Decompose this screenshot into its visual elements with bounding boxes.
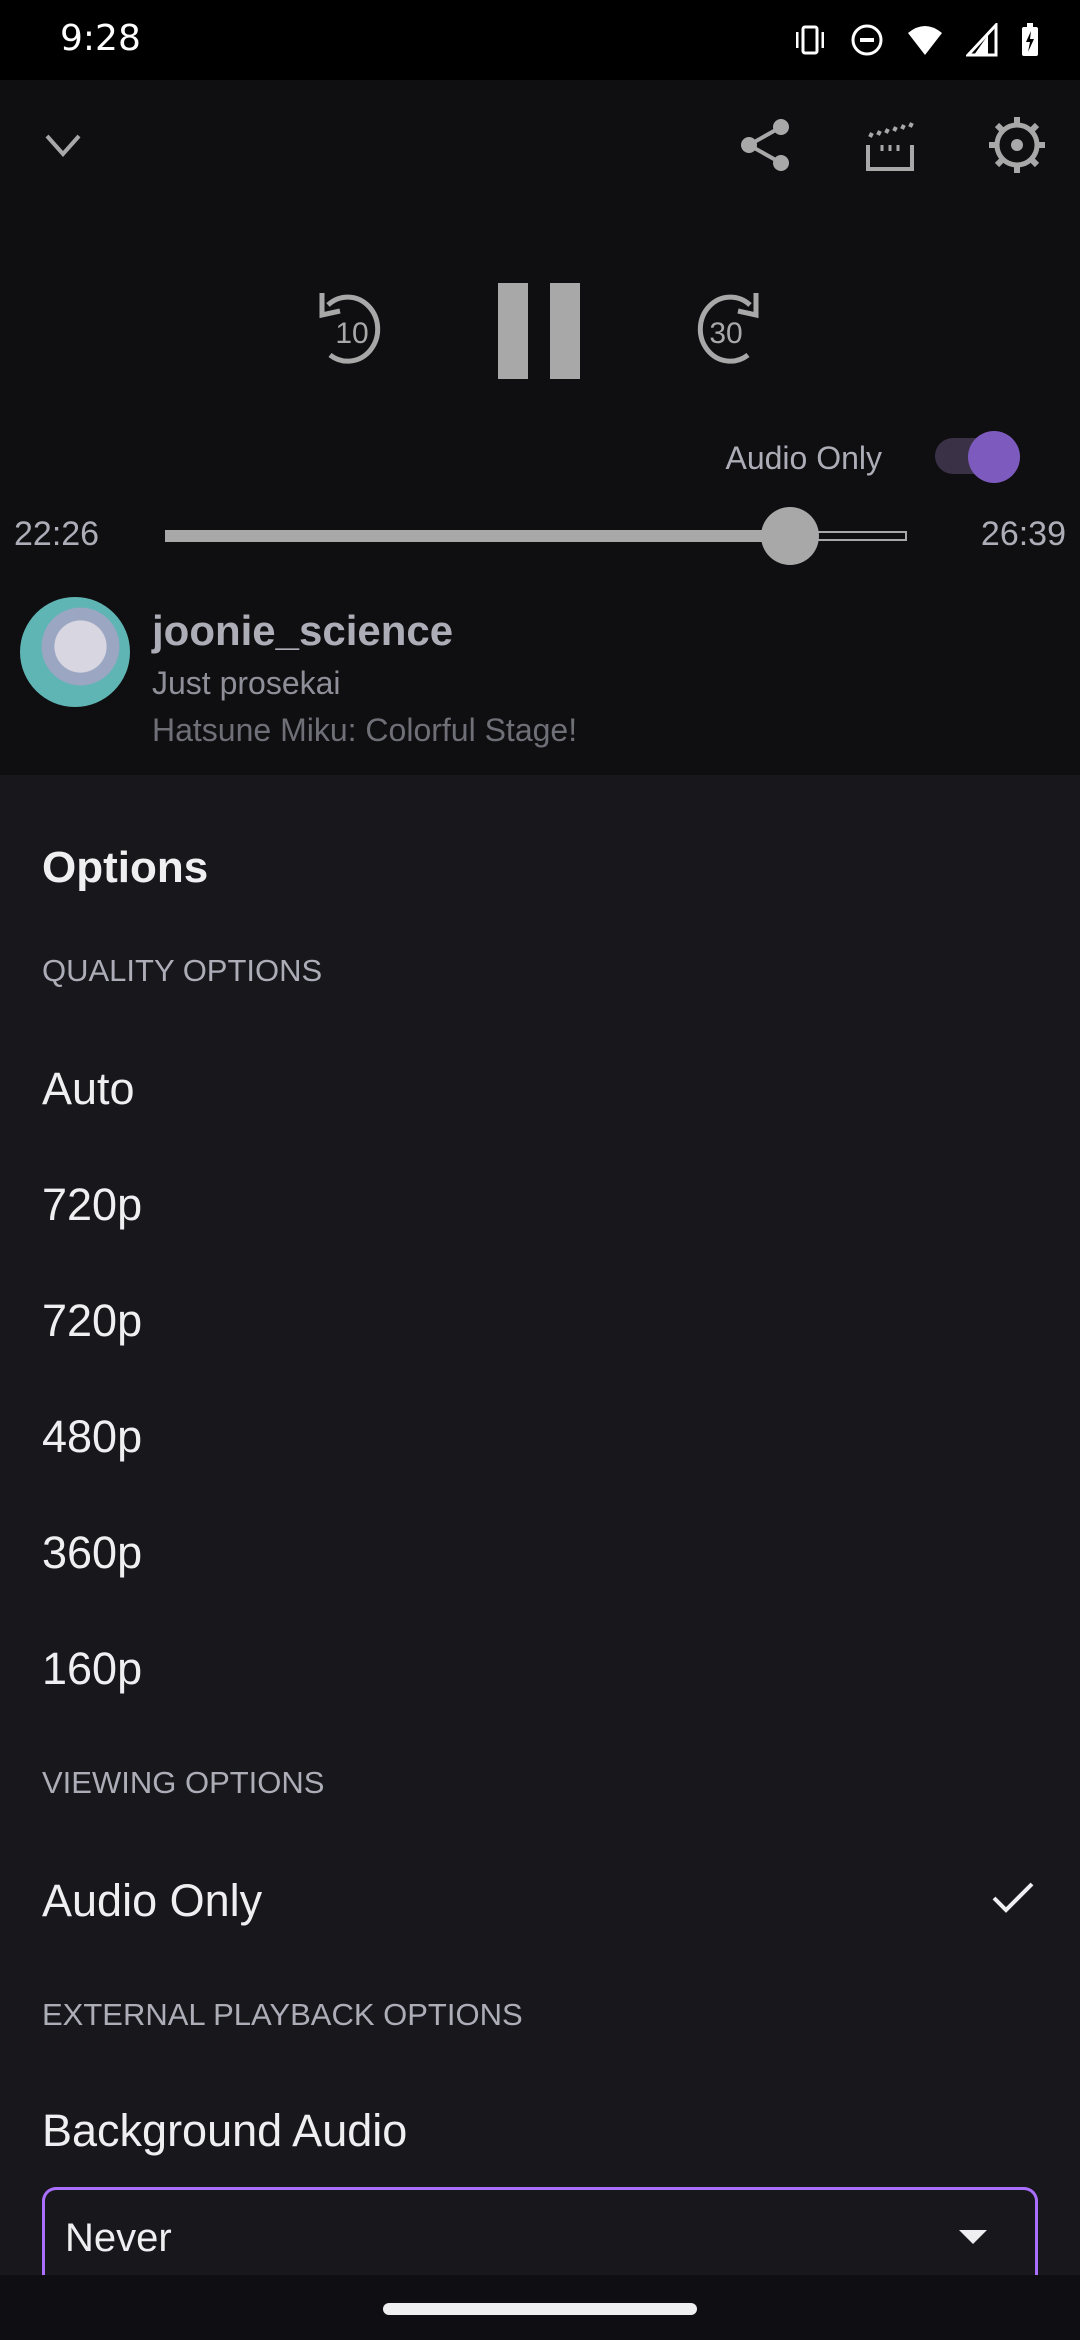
collapse-button[interactable]: [28, 110, 98, 180]
audio-only-toggle[interactable]: [935, 423, 1020, 483]
background-audio-value: Never: [65, 2216, 172, 2260]
background-audio-label: Background Audio: [42, 2105, 408, 2156]
svg-text:10: 10: [335, 317, 368, 350]
quality-option-160p[interactable]: 160p: [42, 1643, 142, 1695]
channel-avatar[interactable]: [20, 597, 130, 707]
viewing-option-audio-only[interactable]: Audio Only: [42, 1875, 262, 1927]
navigation-bar: [0, 2275, 1080, 2340]
viewing-options-header: VIEWING OPTIONS: [42, 1765, 325, 1800]
player: 10 30 Audio Only 22:26 26:39 joonie_scie…: [0, 80, 1080, 775]
stream-title: Just prosekai: [152, 665, 341, 701]
svg-text:30: 30: [709, 317, 742, 350]
options-title: Options: [42, 843, 209, 892]
dropdown-arrow-icon: [959, 2230, 987, 2244]
battery-charging-icon: [1020, 22, 1040, 58]
forward-30-button[interactable]: 30: [688, 285, 768, 375]
checkmark-icon: [992, 1882, 1034, 1913]
share-button[interactable]: [730, 110, 800, 180]
status-bar: 9:28: [0, 0, 1080, 80]
settings-button[interactable]: [982, 110, 1052, 180]
share-icon: [741, 119, 789, 171]
quality-option-360p[interactable]: 360p: [42, 1527, 142, 1579]
quality-option-720p-alt[interactable]: 720p: [42, 1295, 142, 1347]
background-audio-dropdown[interactable]: Never: [42, 2187, 1038, 2287]
duration-time: 26:39: [980, 515, 1066, 553]
forward-30-icon: 30: [697, 293, 759, 364]
clip-icon: [866, 122, 914, 171]
do-not-disturb-icon: [850, 23, 884, 57]
seek-bar[interactable]: [165, 507, 907, 565]
pause-icon: [498, 283, 580, 379]
quality-option-auto[interactable]: Auto: [42, 1063, 135, 1115]
elapsed-time: 22:26: [14, 515, 100, 553]
seek-handle[interactable]: [761, 507, 819, 565]
home-gesture-handle[interactable]: [383, 2303, 697, 2315]
seek-progress: [165, 530, 790, 542]
external-playback-header: EXTERNAL PLAYBACK OPTIONS: [42, 1997, 523, 2032]
vibrate-icon: [792, 22, 828, 58]
stream-game[interactable]: Hatsune Miku: Colorful Stage!: [152, 712, 577, 749]
cell-signal-icon: [966, 23, 998, 57]
quality-option-720p[interactable]: 720p: [42, 1179, 142, 1231]
options-sheet: Options QUALITY OPTIONS Auto 720p 720p 4…: [0, 775, 1080, 2287]
wifi-icon: [906, 23, 944, 57]
audio-only-label: Audio Only: [725, 440, 882, 476]
status-time: 9:28: [60, 18, 141, 59]
quality-options-header: QUALITY OPTIONS: [42, 953, 323, 988]
quality-option-480p[interactable]: 480p: [42, 1411, 142, 1463]
status-icons: [792, 20, 1040, 60]
channel-name[interactable]: joonie_science: [152, 607, 453, 655]
clip-button[interactable]: [855, 110, 925, 180]
toggle-thumb: [968, 431, 1020, 483]
settings-gear-icon: [989, 117, 1045, 173]
rewind-10-icon: 10: [319, 293, 381, 364]
rewind-10-button[interactable]: 10: [310, 285, 390, 375]
chevron-down-icon: [45, 134, 81, 158]
pause-button[interactable]: [495, 280, 585, 380]
